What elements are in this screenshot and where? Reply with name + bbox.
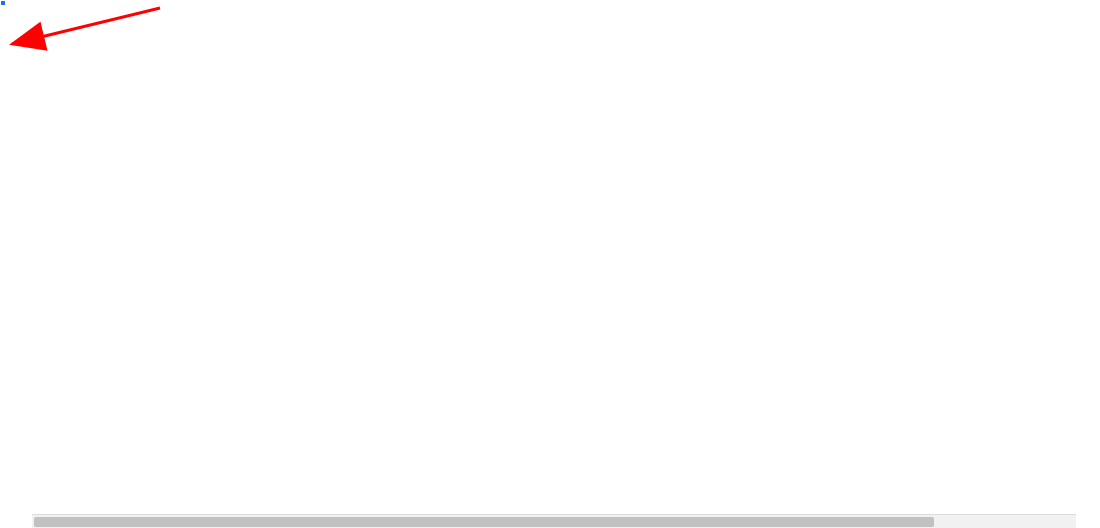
horizontal-scrollbar[interactable]	[32, 514, 1076, 528]
cell-selection	[0, 0, 4, 4]
scrollbar-thumb[interactable]	[34, 517, 934, 527]
annotation-arrow	[0, 0, 170, 60]
selection-fill-handle[interactable]	[0, 0, 6, 6]
